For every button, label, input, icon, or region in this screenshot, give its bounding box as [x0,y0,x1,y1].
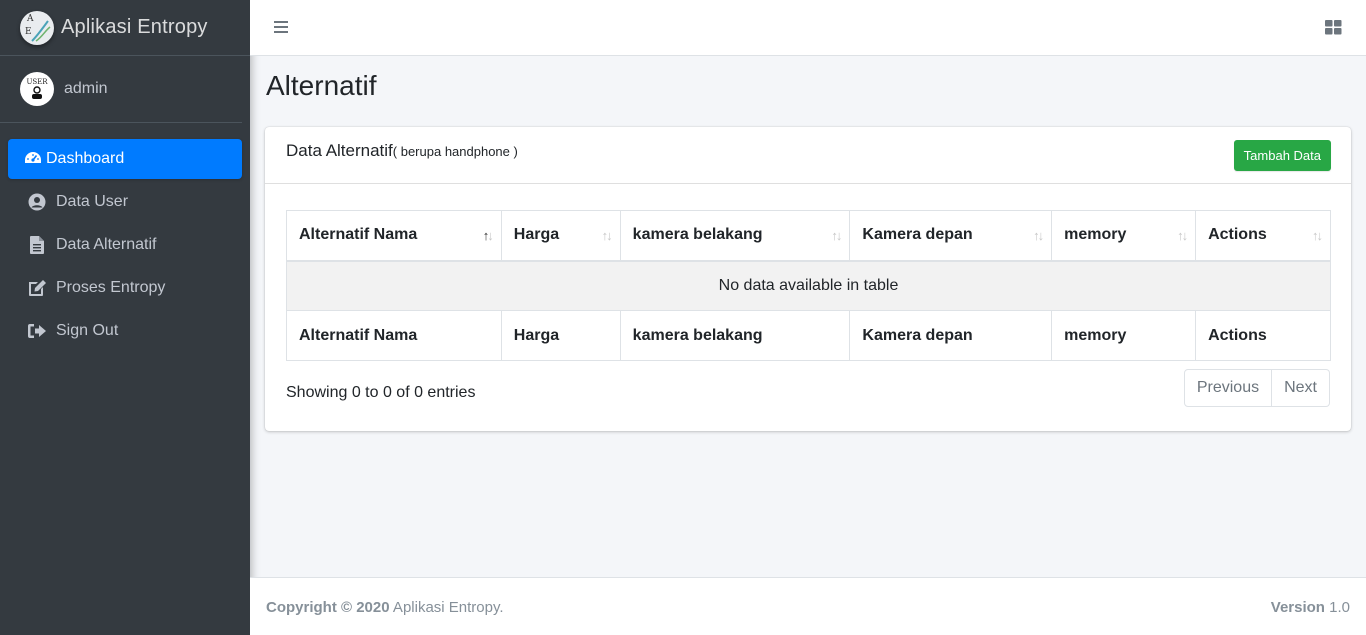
column-header-kamera-belakang[interactable]: kamera belakang ↑↓ [619,210,851,262]
column-header-harga[interactable]: Harga ↑↓ [500,210,621,262]
hamburger-icon[interactable] [273,19,289,35]
footer-header-alternatif-nama: Alternatif Nama [286,310,502,361]
brand-name: Aplikasi Entropy [61,16,208,38]
sidebar-nav: Dashboard Data User Data Alternatif Pros… [0,123,250,351]
sign-out-icon [27,321,47,341]
sidebar-item-label: Dashboard [46,150,125,167]
table-info: Showing 0 to 0 of 0 entries [286,384,476,401]
sidebar-item-sign-out[interactable]: Sign Out [8,311,242,351]
sidebar-item-dashboard[interactable]: Dashboard [8,139,242,179]
sidebar-item-data-alternatif[interactable]: Data Alternatif [8,225,242,265]
sidebar-item-label: Proses Entropy [56,279,166,296]
data-table: Alternatif Nama ↑↓ Harga ↑↓ kamera belakan… [286,210,1331,361]
copyright: Copyright © 2020 Aplikasi Entropy. [266,599,504,616]
next-button[interactable]: Next [1272,369,1330,407]
table-row: No data available in table [286,260,1331,311]
card-title: Data Alternatif( berupa handphone ) [286,141,518,160]
sort-icon: ↑↓ [1312,228,1323,243]
column-header-kamera-depan[interactable]: Kamera depan ↑↓ [849,210,1053,262]
column-header-actions[interactable]: Actions ↑↓ [1195,210,1331,262]
version: Version 1.0 [1270,599,1350,616]
card-header: Data Alternatif( berupa handphone ) Tamb… [265,127,1351,184]
add-data-button[interactable]: Tambah Data [1233,140,1331,171]
sort-asc-icon: ↑↓ [482,228,494,243]
footer-header-kamera-depan: Kamera depan [849,310,1053,361]
brand-logo: A E [20,10,54,45]
pagination: Previous Next [1183,369,1330,407]
footer-header-memory: memory [1051,310,1197,361]
grid-icon[interactable] [1325,19,1342,36]
sort-icon: ↑↓ [1177,228,1188,243]
user-silhouette-icon [32,86,42,99]
user-name[interactable]: admin [64,80,108,98]
footer-header-harga: Harga [500,310,621,361]
card-subtitle: ( berupa handphone ) [392,144,518,159]
sort-icon: ↑↓ [601,228,613,243]
sidebar-item-proses-entropy[interactable]: Proses Entropy [8,268,242,308]
tachometer-icon [23,149,43,169]
sort-icon: ↑↓ [831,228,842,243]
footer: Copyright © 2020 Aplikasi Entropy. Versi… [250,577,1366,635]
sidebar-item-label: Sign Out [56,322,119,339]
edit-icon [27,278,47,298]
sidebar-item-data-user[interactable]: Data User [8,182,242,222]
avatar[interactable]: USER [20,72,54,106]
sidebar-item-label: Data Alternatif [56,236,157,253]
previous-button[interactable]: Previous [1183,369,1273,407]
column-header-alternatif-nama[interactable]: Alternatif Nama ↑↓ [286,210,502,262]
sidebar: A E Aplikasi Entropy USER admin Dashboar… [0,0,250,635]
page-title: Alternatif [266,70,377,101]
brand-link[interactable]: A E Aplikasi Entropy [0,0,250,56]
file-icon [27,235,47,255]
user-panel: USER admin [0,56,242,123]
footer-header-kamera-belakang: kamera belakang [619,310,851,361]
empty-message: No data available in table [286,260,1331,311]
column-header-memory[interactable]: memory ↑↓ [1051,210,1197,262]
footer-header-actions: Actions [1195,310,1331,361]
data-card: Data Alternatif( berupa handphone ) Tamb… [265,127,1351,431]
sort-icon: ↑↓ [1033,228,1044,243]
user-circle-icon [27,192,47,212]
top-navbar [250,0,1366,56]
copyright-link[interactable]: Aplikasi Entropy. [390,599,504,616]
sidebar-item-label: Data User [56,193,129,210]
